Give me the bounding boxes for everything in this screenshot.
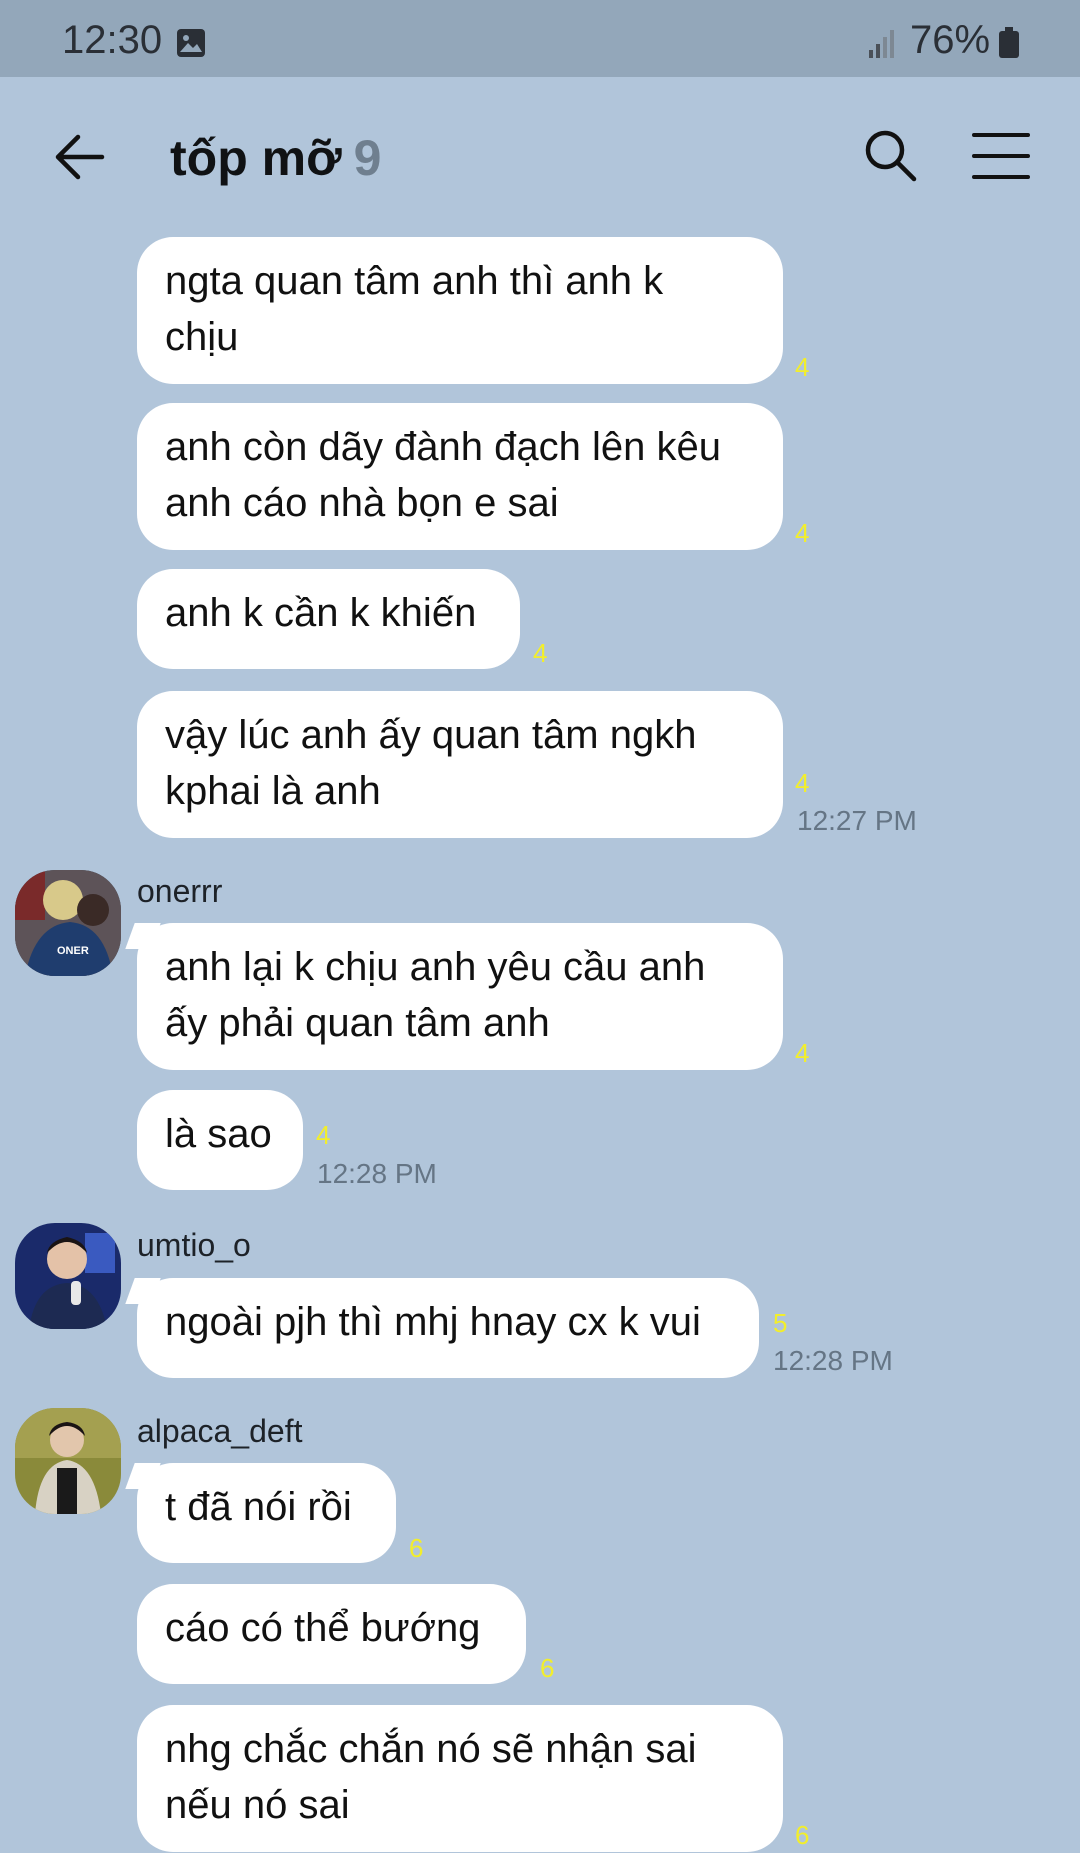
avatar-image — [15, 1408, 121, 1514]
avatar-image: ONER — [15, 870, 121, 976]
avatar[interactable] — [15, 1408, 121, 1514]
unread-count: 4 — [795, 768, 810, 798]
message-bubble[interactable]: anh lại k chịu anh yêu cầu anh ấy phải q… — [137, 923, 783, 1070]
unread-count: 6 — [795, 1820, 810, 1850]
message-bubble[interactable]: anh k cần k khiến — [137, 569, 520, 669]
message-bubble[interactable]: là sao — [137, 1090, 303, 1190]
avatar[interactable]: ONER — [15, 870, 121, 976]
message-time: 12:27 PM — [797, 805, 917, 836]
status-time: 12:30 — [62, 18, 163, 62]
message-bubble[interactable]: t đã nói rồi — [137, 1463, 396, 1563]
menu-icon[interactable] — [972, 131, 1030, 181]
chat-name: tốp mỡ — [170, 130, 342, 186]
unread-count: 6 — [409, 1533, 424, 1563]
message-text: ngta quan tâm anh thì anh k chịu — [165, 259, 664, 359]
unread-count: 4 — [533, 638, 548, 668]
message-text: nhg chắc chắn nó sẽ nhận sai nếu nó sai — [165, 1727, 697, 1827]
message-text: t đã nói rồi — [165, 1485, 352, 1529]
chat-header: tốp mỡ 9 — [0, 77, 1080, 237]
battery-icon — [999, 27, 1019, 58]
gallery-icon — [177, 29, 205, 57]
avatar[interactable] — [15, 1223, 121, 1329]
back-arrow-icon[interactable] — [52, 129, 108, 185]
sender-name[interactable]: umtio_o — [137, 1227, 251, 1264]
unread-count: 4 — [795, 518, 810, 548]
unread-count: 6 — [540, 1653, 555, 1683]
unread-count: 4 — [795, 352, 810, 382]
message-bubble[interactable]: ngoài pjh thì mhj hnay cx k vui — [137, 1278, 759, 1378]
status-bar: 12:30 76% — [0, 0, 1080, 77]
message-text: cáo có thể bướng — [165, 1606, 481, 1650]
message-text: anh lại k chịu anh yêu cầu anh ấy phải q… — [165, 945, 706, 1045]
sender-name[interactable]: onerrr — [137, 873, 222, 910]
message-bubble[interactable]: cáo có thể bướng — [137, 1584, 526, 1684]
message-bubble[interactable]: ngta quan tâm anh thì anh k chịu — [137, 237, 783, 384]
chat-title[interactable]: tốp mỡ 9 — [170, 129, 381, 187]
message-bubble[interactable]: vậy lúc anh ấy quan tâm ngkh kphai là an… — [137, 691, 783, 838]
message-text: anh k cần k khiến — [165, 591, 477, 635]
message-text: là sao — [165, 1112, 272, 1156]
member-count: 9 — [353, 130, 382, 186]
message-bubble[interactable]: nhg chắc chắn nó sẽ nhận sai nếu nó sai — [137, 1705, 783, 1852]
unread-count: 4 — [316, 1120, 331, 1150]
avatar-image — [15, 1223, 121, 1329]
unread-count: 5 — [773, 1308, 788, 1338]
unread-count: 4 — [795, 1038, 810, 1068]
message-text: ngoài pjh thì mhj hnay cx k vui — [165, 1300, 701, 1344]
svg-text:ONER: ONER — [57, 945, 89, 957]
message-time: 12:28 PM — [317, 1158, 437, 1189]
search-icon[interactable] — [862, 127, 918, 183]
message-text: vậy lúc anh ấy quan tâm ngkh kphai là an… — [165, 713, 697, 813]
message-bubble[interactable]: anh còn dãy đành đạch lên kêu anh cáo nh… — [137, 403, 783, 550]
signal-icon — [869, 30, 894, 58]
sender-name[interactable]: alpaca_deft — [137, 1413, 302, 1450]
message-text: anh còn dãy đành đạch lên kêu anh cáo nh… — [165, 425, 721, 525]
message-time: 12:28 PM — [773, 1345, 893, 1376]
battery-percent: 76% — [910, 18, 991, 62]
